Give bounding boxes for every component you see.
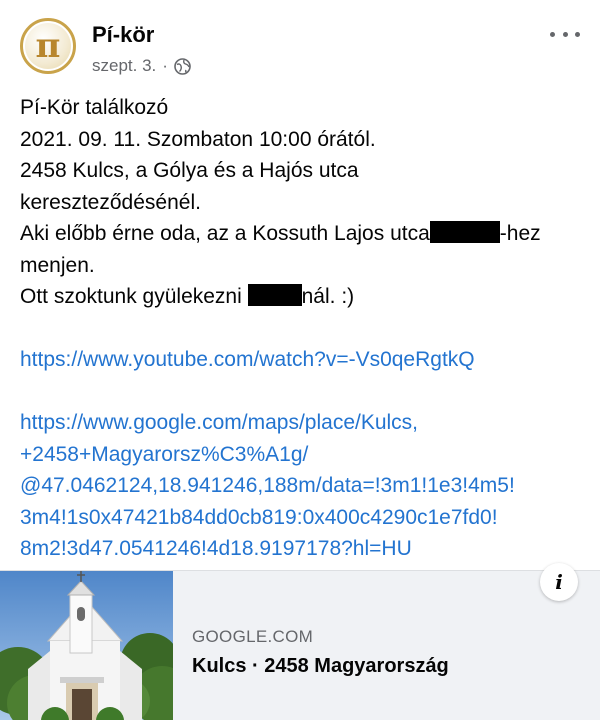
post-line: 2458 Kulcs, a Gólya és a Hajós utca — [20, 159, 359, 182]
more-horizontal-icon — [550, 31, 555, 37]
post-line: menjen. — [20, 253, 95, 277]
avatar[interactable]: π — [20, 18, 76, 74]
meta-separator: · — [162, 56, 168, 75]
post-body: Pí-Kör találkozó 2021. 09. 11. Szombaton… — [20, 92, 585, 565]
youtube-link[interactable]: https://www.youtube.com/watch?v=-Vs0qeRg… — [20, 344, 585, 376]
post-text-fragment: -hez — [499, 222, 541, 245]
post-line: 2021. 09. 11. Szombaton 10:00 órától. — [20, 127, 376, 151]
maps-link[interactable]: https://www.google.com/maps/place/Kulcs,… — [20, 407, 585, 565]
maps-link-line: @47.0462124,18.941246,188m/data=!3m1!1e3… — [20, 474, 515, 497]
page-name[interactable]: Pí-kör — [92, 22, 154, 48]
preview-title[interactable]: Kulcs · 2458 Magyarország — [192, 655, 449, 678]
post-line: kereszteződésénél. — [20, 190, 201, 214]
maps-link-line: +2458+Magyarorsz%C3%A1g/ — [20, 442, 309, 466]
maps-link-line: 3m4!1s0x47421b84dd0cb819:0x400c4290c1e7f… — [20, 505, 498, 529]
preview-thumbnail — [0, 571, 173, 720]
post-line: Pí-Kör találkozó — [20, 96, 169, 119]
post-date[interactable]: szept. 3. — [92, 56, 156, 76]
info-icon[interactable]: i — [540, 563, 578, 601]
post-header: π Pí-kör szept. 3. · — [20, 18, 580, 82]
preview-info: GOOGLE.COM Kulcs · 2458 Magyarország — [192, 627, 449, 678]
redaction-box — [429, 221, 500, 243]
redaction-box — [247, 284, 302, 306]
post-text-fragment: Ott szoktunk gyülekezni — [20, 285, 242, 308]
maps-link-line: https://www.google.com/maps/place/Kulcs, — [20, 411, 419, 434]
post-line: Aki előbb érne oda, az a Kossuth Lajos u… — [20, 218, 585, 250]
maps-link-line: 8m2!3d47.0541246!4d18.9197178?hl=HU — [20, 537, 412, 560]
preview-domain: GOOGLE.COM — [192, 627, 314, 646]
more-options-button[interactable] — [550, 24, 580, 44]
pi-logo-icon: π — [25, 23, 71, 69]
post-text-fragment: nál. :) — [301, 285, 355, 308]
globe-icon — [174, 57, 191, 75]
post-line: Ott szoktunk gyülekezni nál. :) — [20, 281, 585, 313]
post-meta: szept. 3. · — [92, 56, 191, 76]
link-preview-card[interactable]: GOOGLE.COM Kulcs · 2458 Magyarország i — [0, 563, 600, 720]
post-text-fragment: Aki előbb érne oda, az a Kossuth Lajos u… — [20, 222, 430, 245]
